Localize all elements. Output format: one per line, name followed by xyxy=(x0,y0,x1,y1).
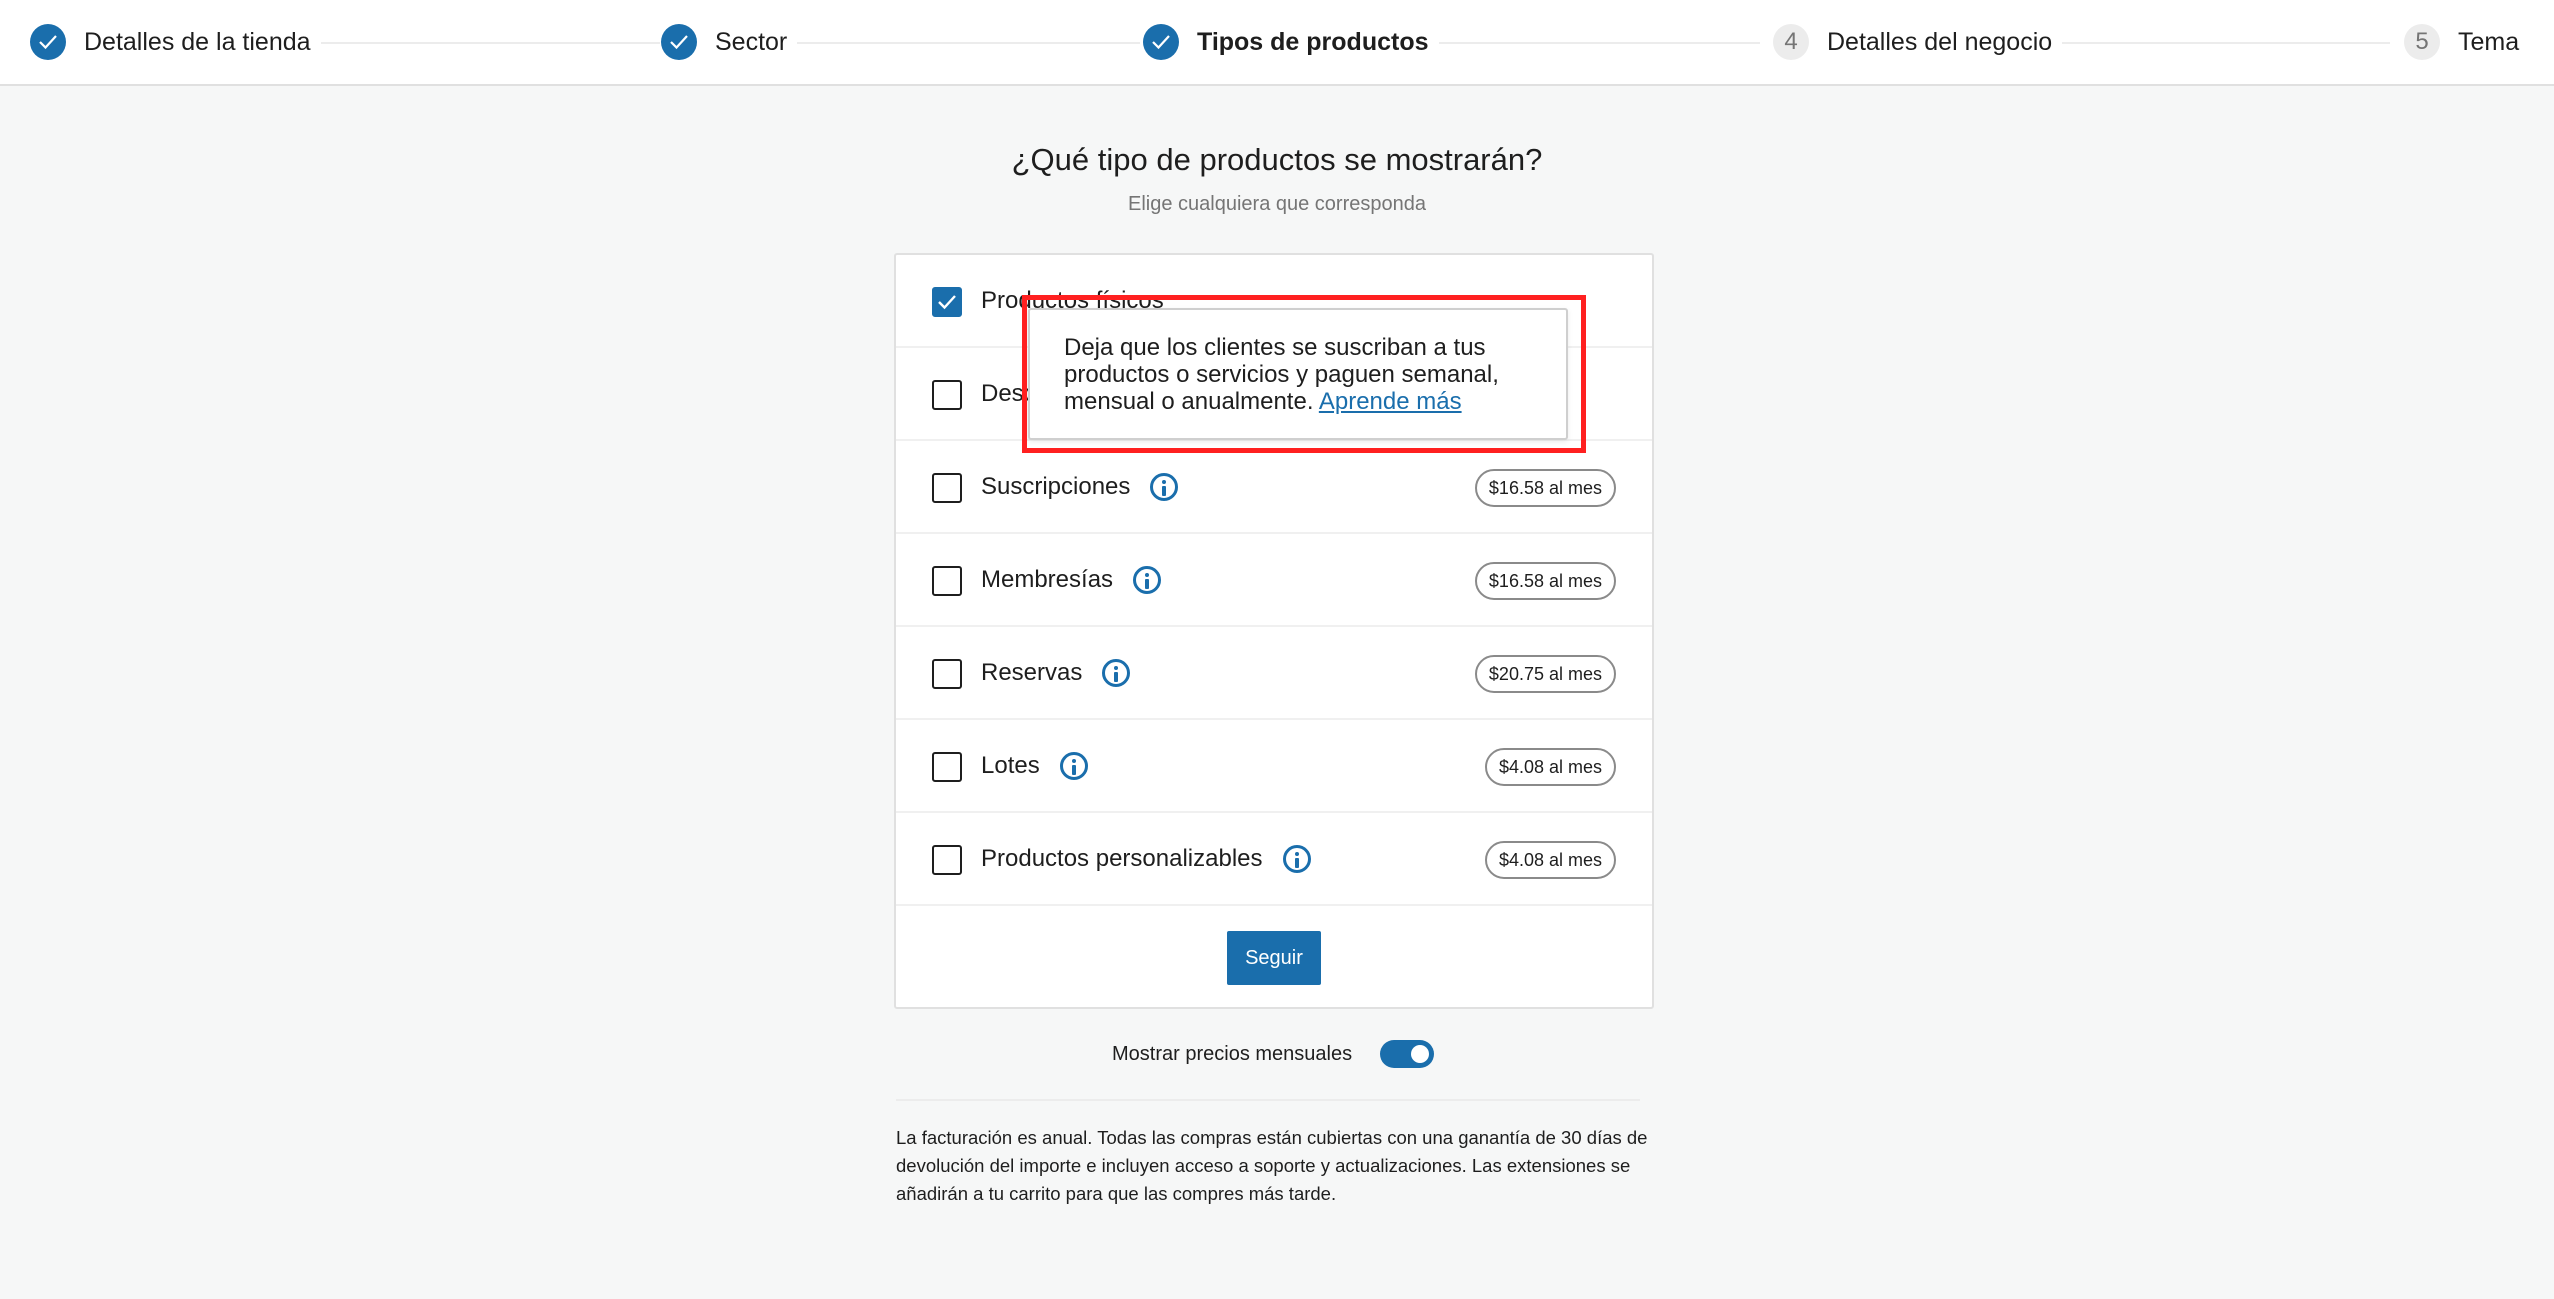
price-badge: $16.58 al mes xyxy=(1474,562,1616,600)
price-badge: $16.58 al mes xyxy=(1474,469,1616,507)
price-badge: $4.08 al mes xyxy=(1484,841,1616,879)
product-row-memberships[interactable]: Membresías $16.58 al mes xyxy=(896,534,1652,627)
step-number: 5 xyxy=(2404,24,2440,60)
checkbox-physical[interactable] xyxy=(932,287,962,317)
info-icon[interactable] xyxy=(1059,752,1088,780)
continue-button[interactable]: Seguir xyxy=(1227,931,1321,985)
check-icon xyxy=(1143,24,1179,60)
product-label: Productos personalizables xyxy=(981,845,1311,873)
product-label: Membresías xyxy=(981,566,1162,594)
subscriptions-tooltip: Deja que los clientes se suscriban a tus… xyxy=(1028,308,1568,440)
step-sector[interactable]: Sector xyxy=(661,22,798,62)
product-row-bundles[interactable]: Lotes $4.08 al mes xyxy=(896,720,1652,813)
toggle-label: Mostrar precios mensuales xyxy=(1112,1042,1353,1065)
step-store-details[interactable]: Detalles de la tienda xyxy=(30,22,321,62)
product-row-subscriptions[interactable]: Suscripciones $16.58 al mes xyxy=(896,441,1652,534)
step-number: 4 xyxy=(1773,24,1809,60)
product-row-bookings[interactable]: Reservas $20.75 al mes xyxy=(896,627,1652,720)
product-label: Lotes xyxy=(981,752,1088,780)
page-title: ¿Qué tipo de productos se mostrarán? xyxy=(1011,142,1543,177)
toggle-knob xyxy=(1411,1045,1430,1063)
monthly-prices-toggle[interactable] xyxy=(1380,1040,1435,1068)
check-icon xyxy=(661,24,697,60)
stepper-connector xyxy=(300,42,660,44)
product-label: Reservas xyxy=(981,659,1131,687)
check-icon xyxy=(30,24,66,60)
checkbox-downloadable[interactable] xyxy=(932,380,962,410)
price-badge: $4.08 al mes xyxy=(1484,748,1616,786)
price-badge: $20.75 al mes xyxy=(1474,655,1616,693)
step-label: Detalles de la tienda xyxy=(84,27,311,56)
info-icon[interactable] xyxy=(1282,845,1311,873)
stepper-connector xyxy=(790,42,1140,44)
divider xyxy=(896,1099,1640,1101)
step-label: Tipos de productos xyxy=(1197,27,1429,56)
step-label: Sector xyxy=(715,27,788,56)
step-theme[interactable]: 5 Tema xyxy=(2404,22,2530,62)
page-subtitle: Elige cualquiera que corresponda xyxy=(1128,193,1426,215)
checkbox-memberships[interactable] xyxy=(932,566,962,596)
step-business-details[interactable]: 4 Detalles del negocio xyxy=(1773,22,2063,62)
checkbox-bundles[interactable] xyxy=(932,752,962,782)
product-row-customizable[interactable]: Productos personalizables $4.08 al mes xyxy=(896,813,1652,906)
info-icon[interactable] xyxy=(1133,566,1162,594)
monthly-prices-toggle-row: Mostrar precios mensuales xyxy=(1112,1037,1435,1071)
learn-more-link[interactable]: Aprende más xyxy=(1319,388,1462,415)
step-label: Tema xyxy=(2458,27,2520,56)
info-icon[interactable] xyxy=(1150,473,1179,501)
step-product-types[interactable]: Tipos de productos xyxy=(1143,22,1439,62)
info-icon[interactable] xyxy=(1102,659,1131,687)
billing-note: La facturación es anual. Todas las compr… xyxy=(896,1127,1648,1204)
product-label: Suscripciones xyxy=(981,473,1179,501)
step-label: Detalles del negocio xyxy=(1827,27,2053,56)
checkbox-customizable[interactable] xyxy=(932,845,962,875)
checkbox-subscriptions[interactable] xyxy=(932,473,962,503)
stepper-connector xyxy=(2060,42,2390,44)
stepper-connector xyxy=(1420,42,1760,44)
checkbox-bookings[interactable] xyxy=(932,659,962,689)
setup-stepper: Detalles de la tienda Sector Tipos de pr… xyxy=(0,0,2554,86)
